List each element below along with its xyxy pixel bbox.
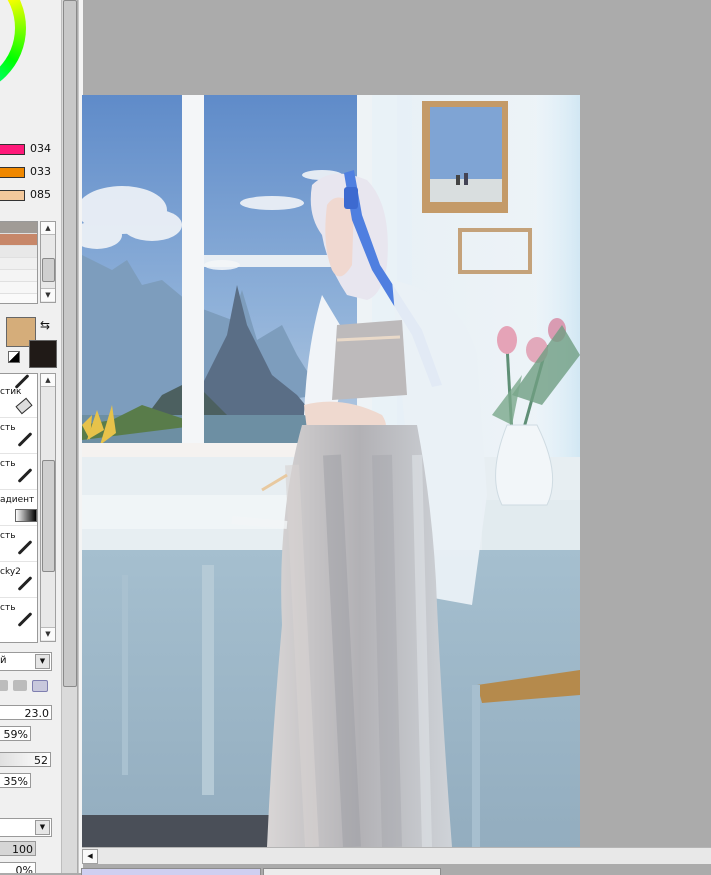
swatch-list[interactable] (0, 221, 38, 304)
min-size-field[interactable]: 52 (0, 752, 51, 767)
panel-scrollbar[interactable] (61, 0, 77, 873)
brush-tip-button[interactable] (0, 680, 8, 691)
background-color[interactable] (29, 340, 57, 368)
slider-value: 033 (30, 165, 51, 178)
gradient-icon[interactable] (15, 509, 37, 522)
document-tab[interactable] (263, 868, 441, 875)
swatch[interactable] (0, 246, 37, 258)
scroll-thumb[interactable] (42, 258, 55, 282)
scroll-down-icon[interactable]: ▼ (41, 627, 55, 640)
tool-panel: 034 033 085 ▲ ▼ ⇆ стик сть сть адиент ст… (0, 0, 61, 873)
color-slider-red[interactable]: 034 (0, 141, 60, 157)
min-density-field[interactable]: 35% (0, 773, 31, 788)
reset-colors-icon[interactable] (8, 351, 20, 363)
blend-mode-value: й (0, 655, 7, 666)
color-slider-blue[interactable]: 085 (0, 187, 60, 203)
chevron-down-icon[interactable]: ▼ (35, 820, 50, 835)
scroll-up-icon[interactable]: ▲ (41, 374, 55, 387)
tool-list[interactable]: стик сть сть адиент сть cky2 сть (0, 373, 38, 643)
slider-value: 085 (30, 188, 51, 201)
canvas[interactable] (82, 95, 580, 847)
slider-track[interactable] (0, 167, 25, 178)
swatch[interactable] (0, 258, 37, 270)
chevron-down-icon[interactable]: ▼ (35, 654, 50, 669)
brush-tool-icon[interactable] (16, 540, 36, 555)
smoothing-field[interactable]: 0% (0, 862, 36, 873)
brush-tool-icon[interactable] (13, 374, 33, 389)
tool-label[interactable]: сть (0, 603, 16, 613)
brush-tool-icon[interactable] (16, 432, 36, 447)
scroll-left-icon[interactable]: ◀ (82, 849, 98, 864)
eraser-icon[interactable] (15, 397, 37, 415)
quality-field[interactable]: 100 (0, 841, 36, 856)
artwork (82, 95, 580, 847)
scroll-up-icon[interactable]: ▲ (41, 222, 55, 235)
scroll-thumb[interactable] (42, 460, 55, 572)
tool-label[interactable]: сть (0, 423, 16, 433)
brush-tool-icon[interactable] (16, 468, 36, 483)
tool-label[interactable]: стик (0, 387, 21, 397)
brush-option-select[interactable]: ▼ (0, 818, 52, 837)
tool-list-scrollbar[interactable]: ▲ ▼ (40, 373, 56, 642)
color-slider-green[interactable]: 033 (0, 164, 60, 180)
slider-value: 034 (30, 142, 51, 155)
canvas-horizontal-scrollbar[interactable]: ◀ (82, 847, 711, 864)
slider-track[interactable] (0, 190, 25, 201)
swatch-scrollbar[interactable]: ▲ ▼ (40, 221, 56, 303)
brush-tool-icon[interactable] (16, 576, 36, 591)
slider-track[interactable] (0, 144, 25, 155)
tool-label[interactable]: сть (0, 531, 16, 541)
swatch[interactable] (0, 234, 37, 246)
swatch[interactable] (0, 222, 37, 234)
swatch[interactable] (0, 270, 37, 282)
document-tab-active[interactable] (81, 868, 261, 875)
brush-tool-icon[interactable] (16, 612, 36, 627)
density-field[interactable]: 59% (0, 726, 31, 741)
brush-tip-button[interactable] (13, 680, 27, 691)
scroll-down-icon[interactable]: ▼ (41, 288, 55, 301)
brush-size-field[interactable]: 23.0 (0, 705, 52, 720)
color-wheel[interactable] (0, 0, 26, 96)
tool-label[interactable]: адиент (0, 495, 34, 505)
scroll-thumb[interactable] (63, 0, 77, 687)
tool-label[interactable]: сть (0, 459, 16, 469)
swatch[interactable] (0, 282, 37, 294)
blend-mode-select[interactable]: й ▼ (0, 652, 52, 671)
swap-colors-icon[interactable]: ⇆ (40, 318, 50, 332)
brush-tip-button-selected[interactable] (32, 680, 48, 692)
